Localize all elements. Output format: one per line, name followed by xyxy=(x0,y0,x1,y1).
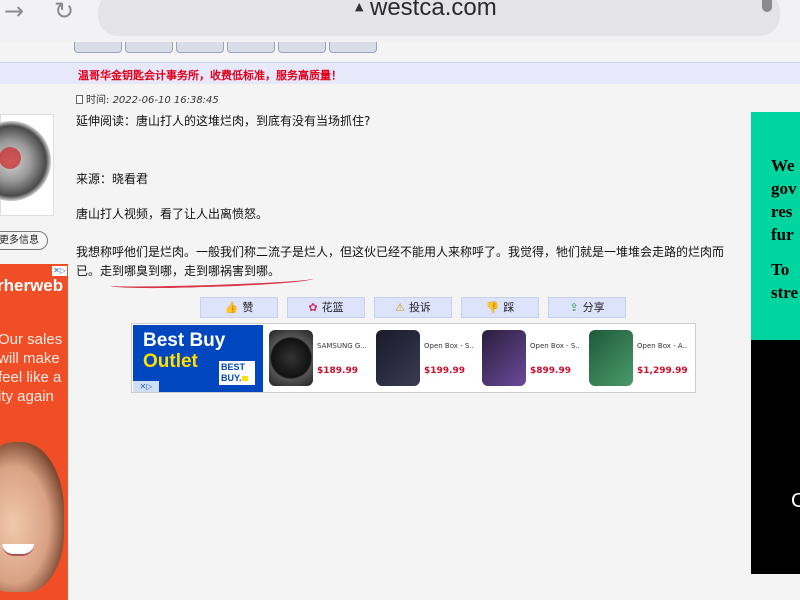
adchoices-icon[interactable]: ✕▷ xyxy=(133,381,159,392)
dislike-button[interactable]: 👎 踩 xyxy=(461,297,539,318)
microphone-icon[interactable] xyxy=(762,0,772,12)
ad-banner[interactable]: 温哥华金钥匙会计事务所，收费低标准，服务高质量！ xyxy=(0,62,800,84)
avatar-image xyxy=(0,121,51,201)
toolbar-tab[interactable] xyxy=(74,42,122,53)
toolbar-tab[interactable] xyxy=(227,42,275,53)
product-name: Open Box - S... xyxy=(424,342,474,350)
more-info-button[interactable]: 更多信息 xyxy=(0,231,48,250)
paragraph: 我想称呼他们是烂肉。一般我们称二流子是烂人，但这伙已经不能用人来称呼了。我觉得，… xyxy=(76,245,725,278)
banner-text[interactable]: 温哥华金钥匙会计事务所，收费低标准，服务高质量！ xyxy=(78,67,342,83)
action-label: 投诉 xyxy=(408,301,431,314)
ad-line: gov xyxy=(771,179,797,198)
product-price: $199.99 xyxy=(424,366,465,376)
right-ad-text: We gov res fur xyxy=(771,154,797,246)
like-button[interactable]: 👍 赞 xyxy=(200,297,278,318)
ad-line: will make xyxy=(0,350,60,367)
post-actions: 👍 赞 ✿ 花篮 ⚠ 投诉 👎 踩 ⇪ 分享 xyxy=(200,297,626,318)
adchoices-icon[interactable]: ✕▷ xyxy=(52,266,67,276)
right-ad-text: To stre xyxy=(771,258,798,304)
web-page: 温哥华金钥匙会计事务所，收费低标准，服务高质量！ 时间: 2022-06-10 … xyxy=(0,42,800,600)
post-time: 时间: 2022-06-10 16:38:45 xyxy=(76,91,219,106)
ad-line: ity again xyxy=(0,388,54,405)
product-name: Open Box - S... xyxy=(530,342,580,350)
left-side-ad[interactable]: rherweb ✕▷ Our sales will make feel like… xyxy=(0,264,68,600)
toolbar-tab[interactable] xyxy=(329,42,377,53)
url-text: westca.com xyxy=(370,0,497,21)
bestbuy-logo: BEST BUY. xyxy=(219,361,255,385)
right-ad-footer: C xyxy=(791,490,800,512)
thumbs-up-icon: 👍 xyxy=(224,301,239,314)
phone-image xyxy=(376,330,420,386)
left-ad-copy: Our sales will make feel like a ity agai… xyxy=(0,330,62,406)
report-button[interactable]: ⚠ 投诉 xyxy=(374,297,452,318)
address-bar[interactable]: ▲ westca.com xyxy=(98,0,780,36)
ad-title-line2: Outlet xyxy=(143,351,198,372)
browser-window: → ↻ ▲ westca.com 温哥华金钥匙会计事务所，收费低标准，服务高质量… xyxy=(0,0,800,600)
product-name: SAMSUNG G... xyxy=(317,342,367,350)
ad-product[interactable]: Open Box - S... $899.99 xyxy=(478,328,584,390)
time-label: 时间: xyxy=(86,95,113,106)
share-button[interactable]: ⇪ 分享 xyxy=(548,297,626,318)
ad-line: fur xyxy=(771,225,794,244)
reload-icon[interactable]: ↻ xyxy=(50,0,78,24)
thumbs-down-icon: 👎 xyxy=(485,301,500,314)
paragraph: 来源：晓看君 xyxy=(76,172,149,186)
flower-icon: ✿ xyxy=(308,301,318,314)
toolbar-tab[interactable] xyxy=(278,42,326,53)
forward-icon[interactable]: → xyxy=(0,0,28,24)
ad-title-line1: Best Buy xyxy=(143,330,226,351)
right-ad-panel: We gov res fur To stre xyxy=(751,112,800,340)
toolbar-tab[interactable] xyxy=(176,42,224,53)
phone-image xyxy=(589,330,633,386)
ad-line: feel like a xyxy=(0,369,62,386)
ad-line: res xyxy=(771,202,793,221)
logo-text: BEST xyxy=(221,362,246,372)
share-icon: ⇪ xyxy=(569,301,579,314)
ad-product[interactable]: Open Box - S... $199.99 xyxy=(372,328,478,390)
toolbar-tab-strip xyxy=(74,42,377,54)
foldable-phone-image xyxy=(482,330,526,386)
ad-product[interactable]: Open Box - A... $1,299.99 xyxy=(585,328,691,390)
lock-icon: ▲ xyxy=(355,0,364,13)
timestamp: 2022-06-10 16:38:45 xyxy=(112,95,219,106)
ad-line: stre xyxy=(771,283,799,302)
product-name: Open Box - A... xyxy=(637,342,687,350)
person-photo xyxy=(0,442,64,592)
document-icon xyxy=(76,95,83,104)
action-label: 分享 xyxy=(582,301,605,314)
action-label: 赞 xyxy=(242,301,254,314)
ad-line: To xyxy=(771,260,790,279)
left-ad-brand: rherweb xyxy=(0,276,64,295)
browser-toolbar: → ↻ ▲ westca.com xyxy=(0,0,800,42)
logo-text: BUY. xyxy=(221,373,242,383)
ad-line: We xyxy=(771,156,795,175)
right-side-ad[interactable]: We gov res fur To stre C xyxy=(751,112,800,574)
paragraph: 延伸阅读：唐山打人的这堆烂肉，到底有没有当场抓住? xyxy=(76,114,371,128)
warning-icon: ⚠ xyxy=(395,301,405,314)
product-price: $899.99 xyxy=(530,366,571,376)
paragraph: 唐山打人视频，看了让人出离愤怒。 xyxy=(76,207,269,221)
ad-line: Our sales xyxy=(0,331,63,348)
avatar[interactable] xyxy=(0,114,54,216)
watch-image xyxy=(269,330,313,386)
product-price: $1,299.99 xyxy=(637,366,688,376)
bestbuy-ad[interactable]: Best Buy Outlet BEST BUY. ✕▷ SAMSUNG G...… xyxy=(131,323,696,393)
product-price: $189.99 xyxy=(317,366,358,376)
flower-basket-button[interactable]: ✿ 花篮 xyxy=(287,297,365,318)
action-label: 踩 xyxy=(503,301,515,314)
logo-tag xyxy=(241,376,248,381)
action-label: 花篮 xyxy=(321,301,344,314)
ad-product[interactable]: SAMSUNG G... $189.99 xyxy=(265,328,371,390)
toolbar-tab[interactable] xyxy=(125,42,173,53)
